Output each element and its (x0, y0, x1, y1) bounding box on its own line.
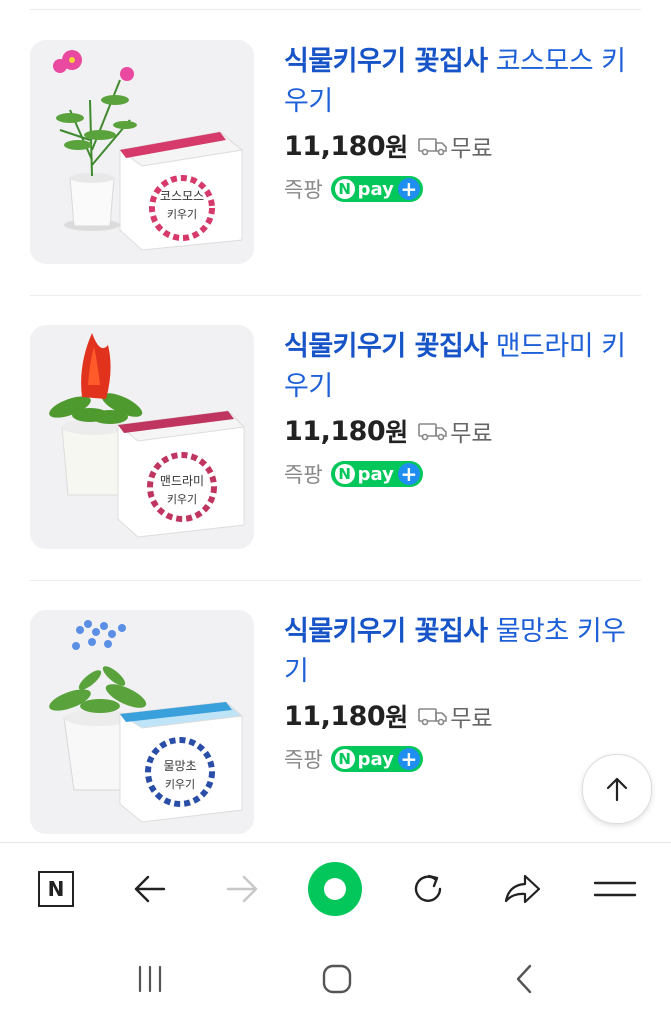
browser-bottom-bar: N (0, 842, 671, 935)
product-title[interactable]: 식물키우기 꽃집사 코스모스 키우기 (284, 42, 634, 122)
plus-icon: + (397, 463, 420, 485)
product-image[interactable]: 코스모스 키우기 (30, 40, 254, 264)
product-brand: 식물키우기 꽃집사 (284, 46, 488, 77)
product-price: 11,180 (284, 130, 386, 162)
share-icon (504, 874, 541, 904)
currency-unit: 원 (385, 133, 409, 162)
product-card[interactable]: 맨드라미 키우기 식물키우기 꽃집사 맨드라미 키우기 11,180 원 무료 … (30, 325, 641, 581)
hamburger-menu-icon (593, 881, 637, 897)
top-divider (30, 9, 641, 10)
product-price: 11,180 (284, 415, 386, 447)
plus-icon: + (397, 748, 420, 770)
quick-label: 즉팡 (284, 178, 323, 202)
product-title[interactable]: 식물키우기 꽃집사 맨드라미 키우기 (284, 327, 634, 407)
npay-n-icon: N (334, 749, 355, 769)
svg-text:물망초: 물망초 (163, 759, 196, 773)
green-dot-menu-icon (308, 862, 362, 916)
product-brand: 식물키우기 꽃집사 (284, 616, 488, 647)
product-info: 식물키우기 꽃집사 물망초 키우기 11,180 원 무료 즉팡 N pay + (284, 612, 634, 776)
quick-label: 즉팡 (284, 463, 323, 487)
npay-label: pay (357, 748, 394, 770)
price-row: 11,180 원 무료 (284, 696, 634, 736)
npay-label: pay (357, 178, 394, 200)
npay-n-icon: N (334, 464, 355, 484)
truck-icon (418, 705, 448, 727)
npay-plus-badge: N pay + (330, 176, 423, 202)
green-dot-button[interactable] (305, 859, 365, 919)
price-row: 11,180 원 무료 (284, 411, 634, 451)
arrow-up-icon (606, 777, 628, 802)
product-title[interactable]: 식물키우기 꽃집사 물망초 키우기 (284, 612, 634, 692)
price-row: 11,180 원 무료 (284, 126, 634, 166)
divider (30, 580, 641, 581)
menu-button[interactable] (585, 859, 645, 919)
svg-text:키우기: 키우기 (165, 778, 195, 791)
truck-icon (418, 135, 448, 157)
product-info: 식물키우기 꽃집사 맨드라미 키우기 11,180 원 무료 즉팡 N pay … (284, 327, 634, 491)
refresh-icon (414, 874, 442, 902)
naver-home-button[interactable]: N (26, 859, 86, 919)
meta-row: 즉팡 N pay + (284, 172, 634, 206)
back-arrow-icon (134, 875, 166, 903)
svg-text:맨드라미: 맨드라미 (160, 474, 204, 488)
divider (30, 295, 641, 296)
npay-label: pay (357, 463, 394, 485)
quick-label: 즉팡 (284, 748, 323, 772)
product-image[interactable]: 맨드라미 키우기 (30, 325, 254, 549)
product-brand: 식물키우기 꽃집사 (284, 331, 488, 362)
scroll-to-top-button[interactable] (582, 754, 652, 824)
forward-button[interactable] (212, 859, 272, 919)
shipping-fee: 무료 (450, 421, 493, 447)
back-button[interactable] (120, 859, 180, 919)
npay-plus-badge: N pay + (330, 746, 423, 772)
shipping-fee: 무료 (450, 136, 493, 162)
celosia-kit-image: 맨드라미 키우기 (30, 325, 254, 549)
truck-icon (418, 420, 448, 442)
currency-unit: 원 (385, 703, 409, 732)
forget-me-not-kit-image: 물망초 키우기 (30, 610, 254, 834)
home-button[interactable] (307, 954, 367, 1004)
system-back-button[interactable] (495, 954, 555, 1004)
product-info: 식물키우기 꽃집사 코스모스 키우기 11,180 원 무료 즉팡 N pay … (284, 42, 634, 206)
home-icon (322, 964, 352, 994)
product-price: 11,180 (284, 700, 386, 732)
svg-text:키우기: 키우기 (167, 208, 197, 221)
recent-apps-button[interactable] (120, 954, 180, 1004)
product-image[interactable]: 물망초 키우기 (30, 610, 254, 834)
shipping-fee: 무료 (450, 706, 493, 732)
recent-apps-icon (138, 965, 162, 993)
npay-n-icon: N (334, 179, 355, 199)
product-card[interactable]: 물망초 키우기 식물키우기 꽃집사 물망초 키우기 11,180 원 무료 즉팡… (30, 610, 641, 834)
share-button[interactable] (492, 859, 552, 919)
meta-row: 즉팡 N pay + (284, 742, 634, 776)
refresh-button[interactable] (398, 859, 458, 919)
back-icon (516, 964, 532, 994)
product-card[interactable]: 코스모스 키우기 식물키우기 꽃집사 코스모스 키우기 11,180 원 무료 … (30, 40, 641, 296)
currency-unit: 원 (385, 418, 409, 447)
svg-text:코스모스: 코스모스 (160, 189, 204, 203)
meta-row: 즉팡 N pay + (284, 457, 634, 491)
plus-icon: + (397, 178, 420, 200)
system-navigation-bar (0, 934, 671, 1024)
forward-arrow-icon (226, 875, 258, 903)
npay-plus-badge: N pay + (330, 461, 423, 487)
naver-home-icon: N (38, 871, 74, 907)
svg-text:키우기: 키우기 (167, 493, 197, 506)
cosmos-kit-image: 코스모스 키우기 (30, 40, 254, 264)
